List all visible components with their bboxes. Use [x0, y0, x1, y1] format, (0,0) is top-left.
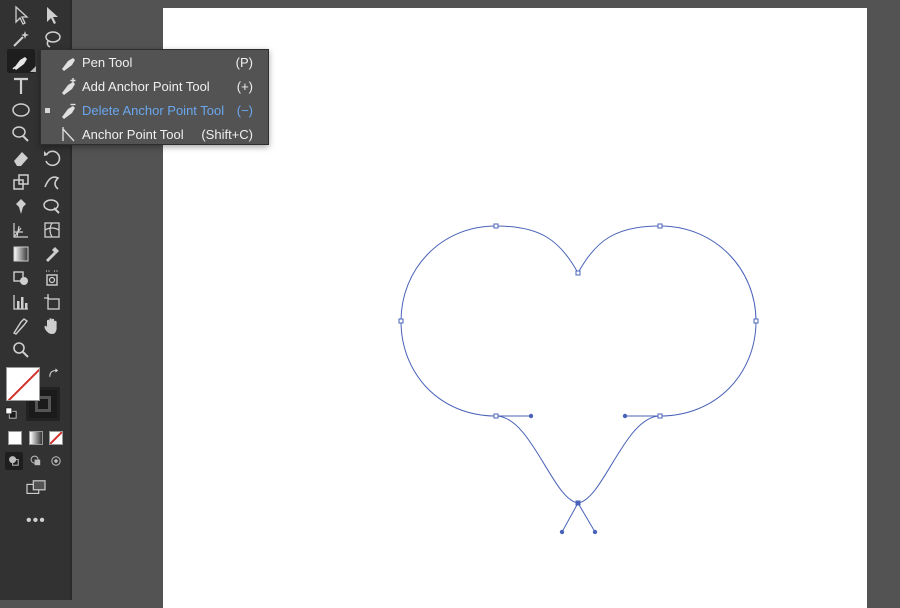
- menu-item-shortcut: (Shift+C): [201, 126, 253, 142]
- paintbrush-tool-icon[interactable]: [9, 122, 33, 146]
- artboard-tool-icon[interactable]: [40, 290, 64, 314]
- menu-item-label: Pen Tool: [82, 54, 133, 70]
- menu-item-pen-tool[interactable]: Pen Tool (P): [41, 50, 270, 74]
- hand-tool-icon[interactable]: [40, 314, 64, 338]
- menu-item-anchor-point-tool[interactable]: Anchor Point Tool (Shift+C): [41, 122, 270, 146]
- pen-tool-icon[interactable]: [7, 49, 36, 73]
- shape-builder-tool-icon[interactable]: [9, 266, 33, 290]
- menu-item-label: Add Anchor Point Tool: [82, 78, 210, 94]
- eyedropper-tool-icon[interactable]: [40, 242, 64, 266]
- ellipse-tool-icon[interactable]: [9, 98, 33, 122]
- screen-mode-icon[interactable]: [24, 478, 48, 498]
- fill-swatch-none[interactable]: [6, 367, 40, 401]
- lasso-tool-icon[interactable]: [40, 27, 64, 51]
- menu-item-add-anchor-point-tool[interactable]: Add Anchor Point Tool (+): [41, 74, 270, 98]
- draw-inside-icon[interactable]: [47, 452, 65, 470]
- warp-tool-icon[interactable]: [40, 170, 64, 194]
- zoom-tool-icon[interactable]: [9, 338, 33, 362]
- color-mode-button[interactable]: [8, 431, 22, 445]
- gradient-tool-icon[interactable]: [9, 242, 33, 266]
- gradient-mode-button[interactable]: [29, 431, 43, 445]
- slice-tool-icon[interactable]: [9, 314, 33, 338]
- puppet-warp-tool-icon[interactable]: [9, 194, 33, 218]
- graph-tool-icon[interactable]: [9, 290, 33, 314]
- draw-normal-icon[interactable]: [5, 452, 23, 470]
- pen-tool-icon: [59, 53, 79, 71]
- direct-selection-tool-icon[interactable]: [40, 3, 64, 27]
- mesh-tool-icon[interactable]: [40, 218, 64, 242]
- perspective-grid-tool-icon[interactable]: [9, 218, 33, 242]
- pen-tool-flyout-menu: Pen Tool (P) Add Anchor Point Tool (+) D…: [40, 49, 269, 145]
- menu-item-label: Delete Anchor Point Tool: [82, 102, 225, 118]
- menu-item-shortcut: (+): [236, 78, 253, 94]
- menu-item-label: Anchor Point Tool: [82, 126, 184, 142]
- selection-tool-icon[interactable]: [9, 3, 33, 27]
- live-paint-bucket-icon[interactable]: [40, 266, 64, 290]
- free-transform-tool-icon[interactable]: [40, 194, 64, 218]
- tool-group-indicator: [30, 66, 36, 72]
- default-colors-icon[interactable]: [4, 406, 18, 420]
- swap-fill-stroke-icon[interactable]: [46, 366, 62, 382]
- scale-tool-icon[interactable]: [9, 170, 33, 194]
- none-mode-button[interactable]: [49, 431, 63, 445]
- type-tool-icon[interactable]: [9, 74, 33, 98]
- anchor-point-icon: [59, 125, 79, 143]
- current-tool-marker: [45, 108, 50, 113]
- add-anchor-point-icon: [59, 77, 79, 95]
- draw-behind-icon[interactable]: [27, 452, 45, 470]
- edit-toolbar-button[interactable]: •••: [26, 512, 46, 530]
- rotate-tool-icon[interactable]: [40, 146, 64, 170]
- menu-item-shortcut: (P): [235, 54, 253, 70]
- delete-anchor-point-icon: [59, 101, 79, 119]
- magic-wand-tool-icon[interactable]: [9, 27, 33, 51]
- menu-item-delete-anchor-point-tool[interactable]: Delete Anchor Point Tool (−): [41, 98, 270, 122]
- eraser-tool-icon[interactable]: [9, 146, 33, 170]
- menu-item-shortcut: (−): [236, 102, 253, 118]
